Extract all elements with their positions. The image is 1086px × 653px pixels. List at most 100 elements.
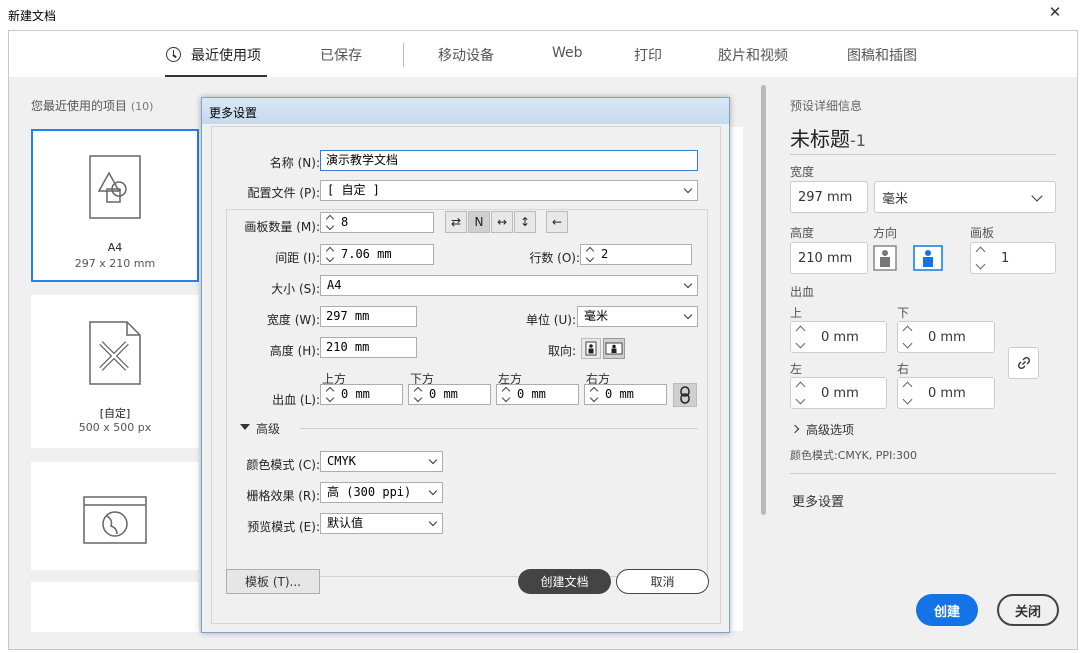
artboards-stepper[interactable]: 1 bbox=[970, 242, 1056, 274]
landscape-orientation-icon[interactable] bbox=[603, 338, 625, 359]
preview-mode-label: 预览模式 (E): bbox=[247, 520, 320, 534]
chevron-down-icon bbox=[683, 310, 693, 320]
create-document-button[interactable]: 创建文档 bbox=[518, 569, 611, 594]
orientation-label: 方向 bbox=[873, 226, 898, 240]
tab-print[interactable]: 打印 bbox=[634, 45, 662, 65]
unit-select[interactable]: 毫米 bbox=[577, 306, 698, 327]
link-icon bbox=[1017, 356, 1030, 370]
stepper-arrows-icon[interactable] bbox=[975, 243, 987, 273]
advanced-options-label: 高级选项 bbox=[806, 423, 855, 437]
width-label: 宽度 bbox=[790, 165, 815, 179]
unit-label: 单位 (U): bbox=[525, 313, 576, 327]
width-input[interactable]: 297 mm bbox=[320, 306, 417, 327]
tab-divider bbox=[403, 43, 404, 67]
advanced-toggle[interactable]: 高级 bbox=[240, 420, 300, 436]
height-label: 高度 bbox=[790, 226, 815, 240]
raster-effects-select[interactable]: 高 (300 ppi) bbox=[320, 482, 443, 503]
width-field[interactable]: 297 mm bbox=[790, 181, 868, 213]
height-label: 高度 (H): bbox=[269, 344, 320, 358]
height-field[interactable]: 210 mm bbox=[790, 242, 868, 274]
height-input[interactable]: 210 mm bbox=[320, 337, 417, 358]
stepper-arrows-icon[interactable] bbox=[795, 322, 807, 352]
more-settings-dialog: 更多设置 名称 (N): 演示教学文档 配置文件 (P): [ 自定 ] 画板数… bbox=[201, 97, 730, 633]
preset-category-tabs: 最近使用项 已保存 移动设备 Web 打印 胶片和视频 图稿和插图 bbox=[9, 31, 1077, 77]
close-button[interactable]: 关闭 bbox=[997, 594, 1059, 626]
tab-web[interactable]: Web bbox=[552, 45, 583, 61]
landscape-orientation-icon[interactable] bbox=[913, 245, 943, 271]
stepper-arrows-icon[interactable] bbox=[795, 378, 807, 408]
portrait-orientation-icon[interactable] bbox=[873, 245, 897, 271]
stepper-arrows-icon[interactable] bbox=[902, 322, 914, 352]
bleed-right-field[interactable]: 0 mm bbox=[897, 377, 995, 409]
tab-art-illustration[interactable]: 图稿和插图 bbox=[847, 45, 917, 65]
artboards-count-input[interactable]: 8 bbox=[320, 212, 434, 233]
preset-card-a4[interactable]: A4 297 x 210 mm bbox=[31, 129, 199, 282]
create-button[interactable]: 创建 bbox=[916, 594, 978, 626]
chevron-down-icon bbox=[1031, 190, 1043, 202]
grid-by-column-icon[interactable]: N bbox=[468, 211, 490, 233]
tab-mobile[interactable]: 移动设备 bbox=[438, 45, 494, 65]
link-bleed-icon[interactable] bbox=[673, 383, 697, 407]
dialog-title: 更多设置 bbox=[209, 106, 258, 120]
profile-value: [ 自定 ] bbox=[327, 183, 380, 197]
close-icon[interactable]: ✕ bbox=[1032, 2, 1078, 22]
grid-by-row-icon[interactable]: ⇄ bbox=[445, 211, 467, 233]
document-name[interactable]: 未标题-1 bbox=[790, 123, 866, 152]
chain-link-icon bbox=[680, 386, 690, 404]
unit-select[interactable]: 毫米 bbox=[874, 181, 1056, 213]
bleed-top-label: 上 bbox=[790, 306, 803, 320]
right-to-left-layout-icon[interactable]: ← bbox=[546, 211, 568, 233]
unit-value: 毫米 bbox=[882, 191, 909, 207]
bleed-bottom-field[interactable]: 0 mm bbox=[897, 321, 995, 353]
preset-card-more[interactable] bbox=[31, 582, 199, 632]
preset-name: A4 bbox=[107, 241, 123, 254]
bleed-left-label: 左 bbox=[790, 362, 803, 376]
cancel-button[interactable]: 取消 bbox=[616, 569, 709, 594]
bleed-top-field[interactable]: 0 mm bbox=[790, 321, 887, 353]
stepper-arrows-icon[interactable] bbox=[902, 378, 914, 408]
template-button[interactable]: 模板 (T)... bbox=[226, 569, 320, 594]
bleed-bottom-label: 下 bbox=[897, 306, 910, 320]
bleed-right-label: 右 bbox=[897, 362, 910, 376]
size-select[interactable]: A4 bbox=[320, 275, 698, 296]
preset-details-title: 预设详细信息 bbox=[790, 99, 863, 113]
color-mode-select[interactable]: CMYK bbox=[320, 451, 443, 472]
bleed-left-input[interactable]: 0 mm bbox=[496, 384, 579, 405]
divider bbox=[790, 154, 1056, 155]
dialog-titlebar: 更多设置 bbox=[202, 98, 729, 124]
bleed-left-value: 0 mm bbox=[821, 385, 859, 401]
bleed-label: 出血 (L): bbox=[272, 393, 320, 407]
profile-select[interactable]: [ 自定 ] bbox=[320, 180, 698, 201]
tab-saved[interactable]: 已保存 bbox=[320, 45, 362, 65]
rows-input[interactable]: 2 bbox=[580, 244, 692, 265]
gallery-scrollbar[interactable] bbox=[761, 85, 766, 515]
tab-recent[interactable]: 最近使用项 bbox=[191, 45, 261, 65]
arrange-by-row-icon[interactable]: ↔ bbox=[491, 211, 513, 233]
recent-items-label: 您最近使用的项目 bbox=[31, 99, 128, 113]
preset-card-custom[interactable]: [自定] 500 x 500 px bbox=[31, 295, 199, 448]
portrait-orientation-icon[interactable] bbox=[581, 338, 601, 359]
spacing-input[interactable]: 7.06 mm bbox=[320, 244, 434, 265]
bleed-bottom-value: 0 mm bbox=[928, 329, 966, 345]
preset-card-web[interactable] bbox=[31, 462, 199, 570]
size-label: 大小 (S): bbox=[271, 282, 320, 296]
artboards-value: 1 bbox=[1001, 250, 1010, 266]
bleed-right-input[interactable]: 0 mm bbox=[584, 384, 667, 405]
more-settings-link[interactable]: 更多设置 bbox=[792, 491, 844, 510]
arrange-by-column-icon[interactable]: ↕ bbox=[514, 211, 536, 233]
bleed-left-field[interactable]: 0 mm bbox=[790, 377, 887, 409]
spacing-label: 间距 (I): bbox=[275, 251, 320, 265]
tab-film-video[interactable]: 胶片和视频 bbox=[718, 45, 788, 65]
clock-icon bbox=[166, 47, 181, 62]
bleed-top-value: 0 mm bbox=[821, 329, 859, 345]
dialog-body: 名称 (N): 演示教学文档 配置文件 (P): [ 自定 ] 画板数量 (M)… bbox=[211, 126, 721, 624]
preview-mode-select[interactable]: 默认值 bbox=[320, 513, 443, 534]
recent-items-count: (10) bbox=[130, 100, 154, 113]
link-bleed-button[interactable] bbox=[1008, 347, 1039, 379]
document-name-input[interactable]: 演示教学文档 bbox=[320, 150, 698, 171]
preview-mode-value: 默认值 bbox=[327, 516, 364, 530]
window-titlebar: 新建文档 ✕ bbox=[0, 0, 1086, 30]
bleed-top-input[interactable]: 0 mm bbox=[320, 384, 403, 405]
bleed-bottom-input[interactable]: 0 mm bbox=[408, 384, 491, 405]
chevron-down-icon bbox=[428, 486, 438, 496]
